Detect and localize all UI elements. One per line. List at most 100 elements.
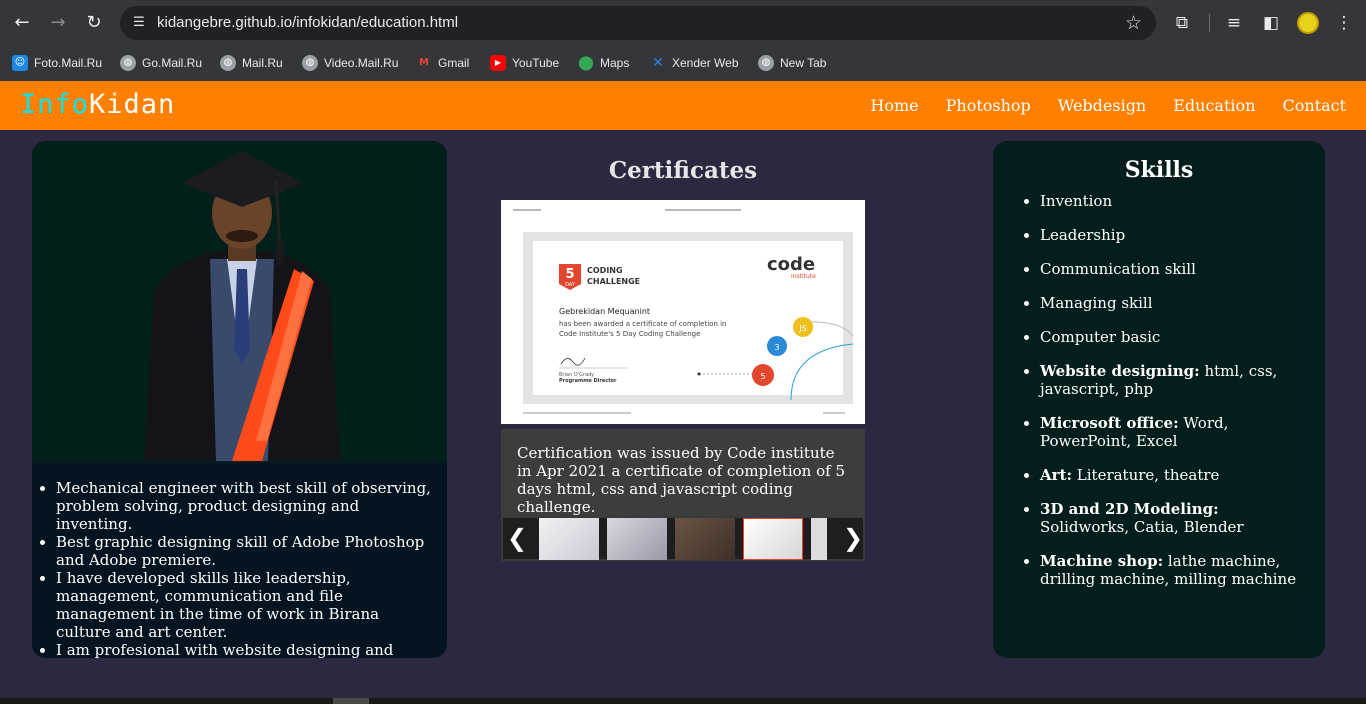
prev-arrow-icon[interactable]: ❮ (507, 524, 527, 552)
site-logo[interactable]: InfoKidan (20, 89, 175, 120)
bookmark-gmail[interactable]: M Gmail (416, 52, 469, 74)
profile-card: Mechanical engineer with best skill of o… (32, 141, 447, 658)
bio-section: Mechanical engineer with best skill of o… (32, 463, 447, 658)
url-text[interactable]: kidangebre.github.io/infokidan/education… (157, 14, 458, 31)
certificate-thumbnail[interactable] (811, 518, 827, 560)
cert-line2: Code Institute's 5 Day Coding Challenge (559, 330, 700, 338)
profile-avatar[interactable] (1297, 12, 1319, 34)
site-nav: Home Photoshop Webdesign Education Conta… (870, 96, 1346, 115)
bookmark-label: Mail.Ru (242, 56, 283, 70)
site-header: InfoKidan Home Photoshop Webdesign Educa… (0, 81, 1366, 130)
globe-icon: ◍ (302, 55, 318, 71)
certificate-thumbnail[interactable] (607, 518, 667, 560)
skills-title: Skills (1124, 157, 1194, 183)
xender-icon: ✕ (652, 55, 664, 71)
skill-item: Machine shop: lathe machine, drilling ma… (1040, 552, 1310, 588)
back-icon[interactable]: ← (10, 11, 34, 35)
globe-icon: ◍ (758, 55, 774, 71)
bookmark-mail[interactable]: ◍ Mail.Ru (220, 52, 283, 74)
forward-icon[interactable]: → (46, 11, 70, 35)
photo-mail-icon: ☺ (12, 55, 28, 71)
logo-part-1: Info (20, 89, 90, 120)
css-icon: 3 (774, 343, 779, 352)
cert-badge-number: 5 (565, 267, 574, 282)
browser-toolbar: ← → ↻ ☰ kidangebre.github.io/infokidan/e… (0, 0, 1366, 46)
cert-signer-title: Programme Director (559, 378, 617, 384)
scrollbar-thumb[interactable] (333, 698, 369, 704)
certificate-thumbnail[interactable] (675, 518, 735, 560)
horizontal-scrollbar[interactable] (0, 698, 1366, 704)
certificate-slide[interactable]: 5 DAY CODING CHALLENGE code institute Ge… (501, 200, 865, 424)
extensions-icon[interactable]: ⧉ (1170, 11, 1194, 35)
bookmark-label: Go.Mail.Ru (142, 56, 203, 70)
skill-item: 3D and 2D Modeling: Solidworks, Catia, B… (1040, 500, 1310, 536)
cert-brand: code (767, 254, 815, 275)
skill-category: Microsoft office: (1040, 414, 1179, 432)
js-icon: JS (798, 324, 806, 333)
bio-item: Mechanical engineer with best skill of o… (56, 479, 436, 533)
address-bar[interactable]: ☰ kidangebre.github.io/infokidan/educati… (120, 6, 1156, 40)
bookmark-label: Foto.Mail.Ru (34, 56, 103, 70)
html-icon: 5 (760, 372, 765, 381)
nav-education[interactable]: Education (1173, 96, 1255, 115)
skill-category: 3D and 2D Modeling: (1040, 500, 1219, 518)
skill-item: Computer basic (1040, 328, 1310, 346)
nav-contact[interactable]: Contact (1282, 96, 1346, 115)
more-menu-icon[interactable]: ⋮ (1332, 11, 1356, 35)
reload-icon[interactable]: ↻ (82, 11, 106, 35)
cert-challenge-line2: CHALLENGE (587, 277, 640, 286)
cert-challenge-line1: CODING (587, 266, 623, 275)
maps-icon: ⬤ (578, 55, 594, 71)
logo-part-2: Kidan (89, 89, 176, 120)
globe-icon: ◍ (220, 55, 236, 71)
bookmark-new-tab[interactable]: ◍ New Tab (758, 52, 826, 74)
certificates-section: Certificates 5 DAY CODING CHALLENGE code… (501, 141, 865, 561)
bookmark-label: Maps (600, 56, 630, 70)
bookmark-youtube[interactable]: ▶ YouTube (490, 52, 559, 74)
bookmark-label: Xender Web (672, 56, 739, 70)
skill-category: Website designing: (1040, 362, 1200, 380)
site-info-icon[interactable]: ☰ (130, 14, 148, 32)
cert-line1: has been awarded a certificate of comple… (559, 320, 727, 328)
bookmark-maps[interactable]: ⬤ Maps (578, 52, 629, 74)
bookmark-label: New Tab (780, 56, 827, 70)
bio-item: Best graphic designing skill of Adobe Ph… (56, 533, 436, 569)
skills-list: Invention Leadership Communication skill Ma… (1040, 192, 1310, 604)
next-arrow-icon[interactable]: ❯ (843, 524, 863, 552)
certificate-caption: Certification was issued by Code institu… (501, 429, 865, 516)
bookmark-go-mail[interactable]: ◍ Go.Mail.Ru (120, 52, 202, 74)
skill-item: Leadership (1040, 226, 1310, 244)
certificate-thumbnail-active[interactable] (743, 518, 803, 560)
nav-webdesign[interactable]: Webdesign (1058, 96, 1146, 115)
skill-text: Communication skill (1040, 260, 1196, 278)
cert-brand-sub: institute (791, 273, 816, 280)
skills-card: Skills Invention Leadership Communication … (993, 141, 1325, 658)
bookmarks-bar: ☺ Foto.Mail.Ru ◍ Go.Mail.Ru ◍ Mail.Ru ◍ … (0, 46, 1366, 81)
skill-item: Art: Literature, theatre (1040, 466, 1310, 484)
skill-text: Computer basic (1040, 328, 1161, 346)
skill-text: Solidworks, Catia, Blender (1040, 518, 1244, 536)
bookmark-xender[interactable]: ✕ Xender Web (650, 52, 739, 74)
toolbar-divider (1209, 14, 1210, 32)
bio-item: I am profesional with website designing … (56, 641, 436, 658)
skill-text: Literature, theatre (1072, 466, 1220, 484)
bookmark-video-mail[interactable]: ◍ Video.Mail.Ru (302, 52, 398, 74)
skill-category: Machine shop: (1040, 552, 1164, 570)
certificates-title: Certificates (608, 157, 758, 184)
skill-text: Leadership (1040, 226, 1126, 244)
gmail-icon: M (419, 57, 429, 68)
nav-photoshop[interactable]: Photoshop (946, 96, 1031, 115)
skill-category: Art: (1040, 466, 1073, 484)
bookmark-label: Gmail (438, 56, 470, 70)
bookmark-foto-mail[interactable]: ☺ Foto.Mail.Ru (12, 52, 102, 74)
skill-text: Invention (1040, 192, 1113, 210)
skill-item: Invention (1040, 192, 1310, 210)
skill-text: Managing skill (1040, 294, 1153, 312)
bookmark-star-icon[interactable]: ☆ (1125, 12, 1142, 34)
certificate-thumbnail[interactable] (539, 518, 599, 560)
nav-home[interactable]: Home (870, 96, 918, 115)
youtube-icon: ▶ (490, 55, 506, 71)
side-panel-icon[interactable]: ◧ (1259, 11, 1283, 35)
media-control-icon[interactable]: ≡ (1222, 11, 1246, 35)
skill-item: Communication skill (1040, 260, 1310, 278)
